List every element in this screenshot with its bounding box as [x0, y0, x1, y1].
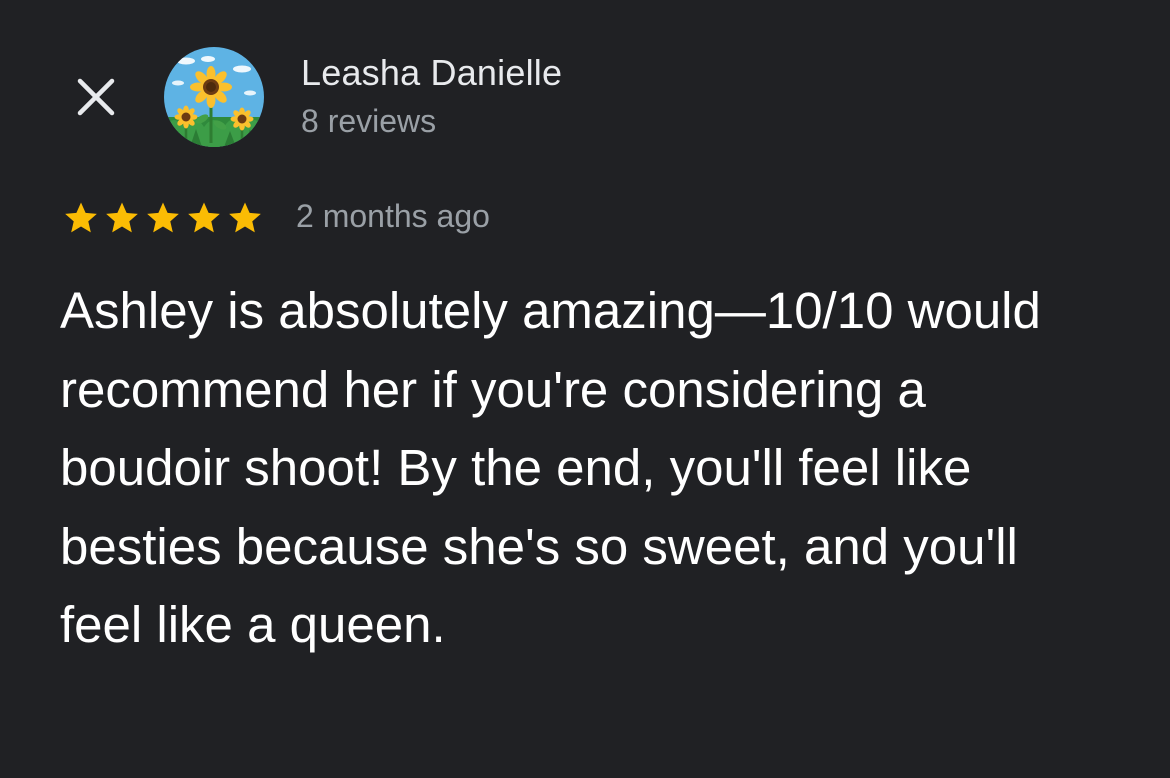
star-icon — [147, 202, 179, 233]
star-icon — [65, 202, 97, 233]
review-text: Ashley is absolutely amazing—10/10 would… — [60, 282, 1041, 653]
star-rating — [62, 198, 267, 238]
avatar[interactable] — [164, 47, 264, 147]
close-icon — [77, 78, 115, 116]
star-icon — [229, 202, 261, 233]
review-date: 2 months ago — [296, 198, 490, 234]
reviewer-name[interactable]: Leasha Danielle — [301, 52, 562, 94]
star-icon — [188, 202, 220, 233]
sunflower-avatar-icon — [164, 47, 264, 147]
star-icon — [106, 202, 138, 233]
close-button[interactable] — [66, 67, 126, 127]
review-count: 8 reviews — [301, 103, 437, 139]
